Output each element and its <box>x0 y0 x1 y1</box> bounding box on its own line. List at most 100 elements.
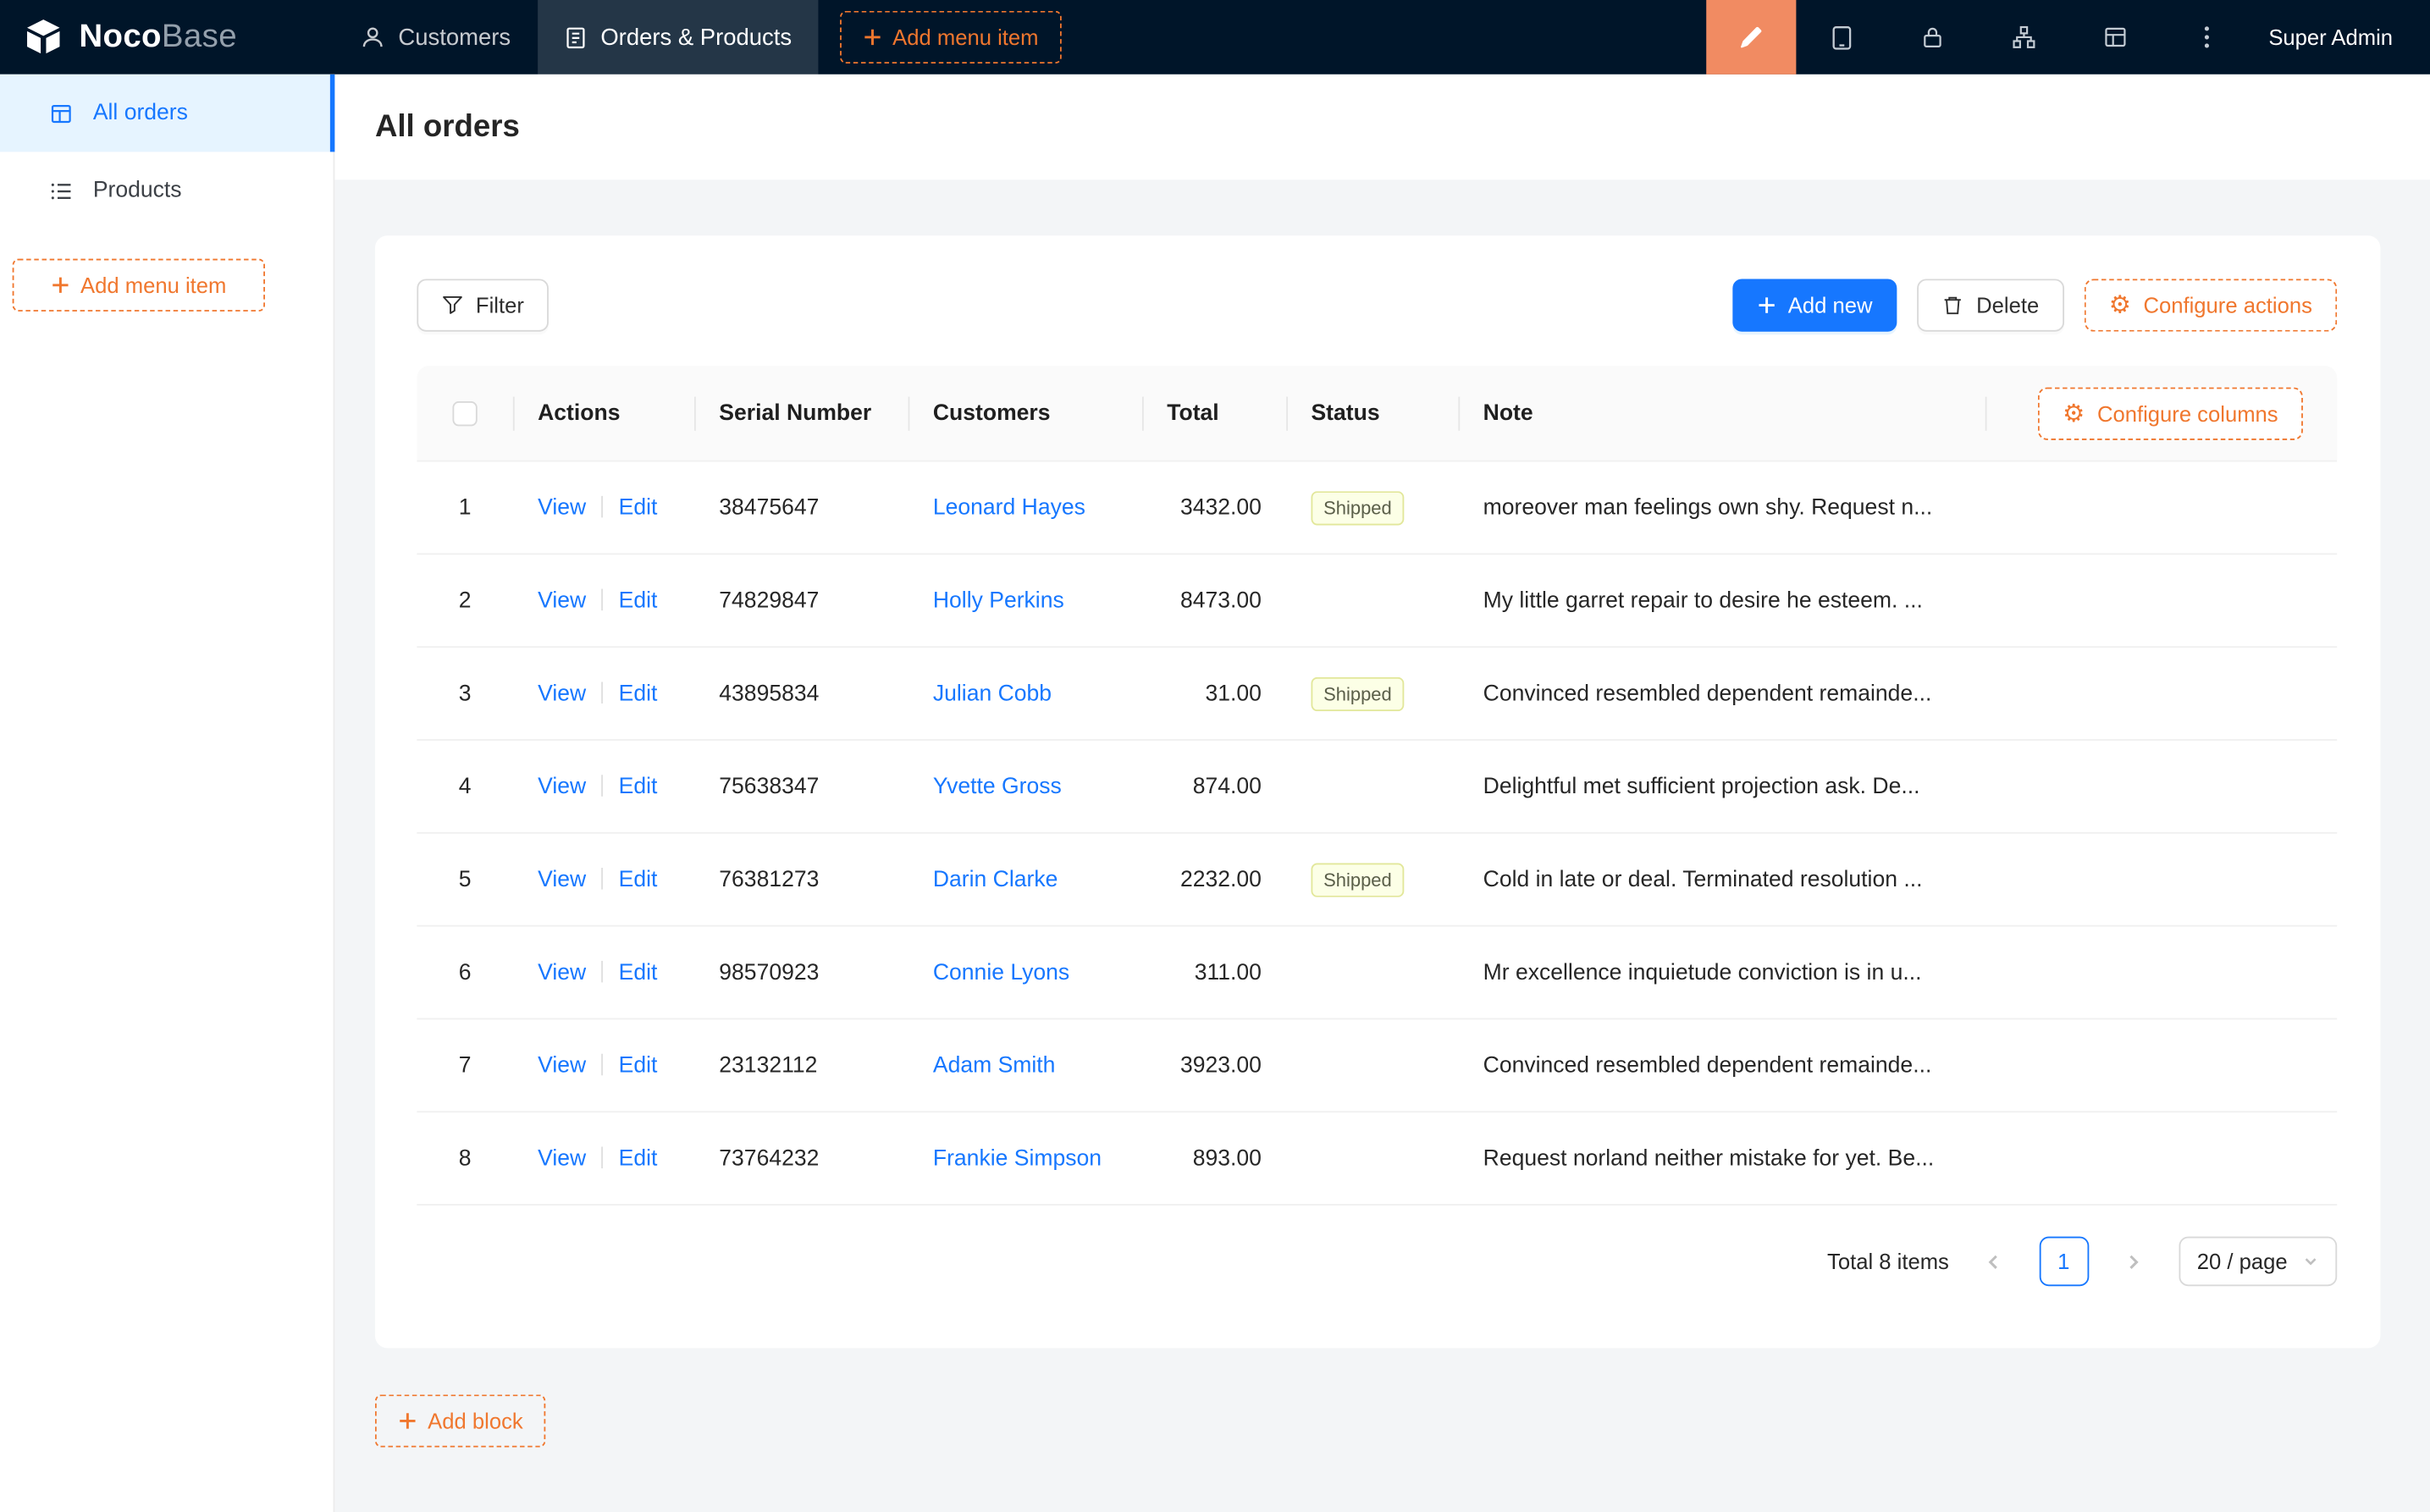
next-page-button[interactable] <box>2108 1237 2158 1287</box>
edit-link[interactable]: Edit <box>619 495 658 520</box>
mobile-preview-button[interactable] <box>1796 0 1887 74</box>
configure-actions-button[interactable]: ⚙ Configure actions <box>2084 279 2337 331</box>
view-link[interactable]: View <box>538 774 586 798</box>
table-header-row: Actions Serial Number Customers Total St… <box>417 366 2337 461</box>
note-text: Convinced resembled dependent remainde..… <box>1458 681 1985 705</box>
customer-cell: Adam Smith <box>908 1053 1142 1078</box>
table-row[interactable]: 2 ViewEdit 74829847 Holly Perkins 8473.0… <box>417 555 2337 648</box>
prev-page-button[interactable] <box>1969 1237 2019 1287</box>
view-link[interactable]: View <box>538 867 586 891</box>
more-icon <box>2204 25 2210 49</box>
serial-number: 75638347 <box>694 774 908 798</box>
table-row[interactable]: 8 ViewEdit 73764232 Frankie Simpson 893.… <box>417 1112 2337 1206</box>
filter-button[interactable]: Filter <box>417 279 549 331</box>
actions-cell: View Edit <box>513 495 694 520</box>
note-text: Request norland neither mistake for yet.… <box>1458 1146 1985 1171</box>
select-all-cell <box>417 366 512 461</box>
view-link[interactable]: View <box>538 681 586 705</box>
orders-table: Actions Serial Number Customers Total St… <box>417 366 2337 1286</box>
table-row[interactable]: 1 ViewEdit 38475647 Leonard Hayes 3432.0… <box>417 461 2337 555</box>
customer-cell: Darin Clarke <box>908 867 1142 891</box>
customer-link[interactable]: Leonard Hayes <box>933 495 1085 520</box>
page-size-select[interactable]: 20 / page <box>2179 1237 2337 1287</box>
edit-link[interactable]: Edit <box>619 588 658 613</box>
top-menu: Customers Orders & Products Add menu ite… <box>334 0 1062 74</box>
user-menu[interactable]: Super Admin <box>2268 25 2393 49</box>
top-header: NocoBase Customers Orders & Products Add… <box>0 0 2430 74</box>
menu-item-label: Orders & Products <box>600 24 792 50</box>
edit-link[interactable]: Edit <box>619 867 658 891</box>
action-divider <box>601 495 603 517</box>
api-graph-button[interactable] <box>1979 0 2070 74</box>
total-value: 3432.00 <box>1142 495 1286 520</box>
chevron-left-icon <box>1985 1253 2002 1270</box>
customer-cell: Julian Cobb <box>908 681 1142 705</box>
orders-products-icon <box>563 25 586 48</box>
table-row[interactable]: 7 ViewEdit 23132112 Adam Smith 3923.00 C… <box>417 1019 2337 1112</box>
customer-link[interactable]: Holly Perkins <box>933 588 1064 613</box>
edit-link[interactable]: Edit <box>619 1146 658 1171</box>
add-block-button[interactable]: Add block <box>375 1394 546 1447</box>
status-badge: Shipped <box>1311 676 1404 710</box>
edit-link[interactable]: Edit <box>619 681 658 705</box>
filter-icon <box>442 295 464 317</box>
edit-link[interactable]: Edit <box>619 1053 658 1078</box>
column-header-note: Note <box>1458 366 1985 461</box>
column-header-serial: Serial Number <box>694 366 908 461</box>
customer-link[interactable]: Adam Smith <box>933 1053 1056 1078</box>
mobile-preview-icon <box>1829 24 1855 50</box>
table-toolbar: Filter Add new Delete <box>417 279 2337 331</box>
menu-item-label: Customers <box>398 24 511 50</box>
edit-link[interactable]: Edit <box>619 960 658 985</box>
table-row[interactable]: 3 ViewEdit 43895834 Julian Cobb 31.00 Sh… <box>417 648 2337 741</box>
ui-editor-button[interactable] <box>1706 0 1796 74</box>
delete-button[interactable]: Delete <box>1918 279 2064 331</box>
customer-link[interactable]: Connie Lyons <box>933 960 1069 985</box>
plus-icon <box>1757 296 1776 315</box>
table-row[interactable]: 5 ViewEdit 76381273 Darin Clarke 2232.00… <box>417 834 2337 927</box>
action-divider <box>601 1146 603 1168</box>
menu-item-customers[interactable]: Customers <box>334 0 537 74</box>
column-header-customers: Customers <box>908 366 1142 461</box>
view-link[interactable]: View <box>538 588 586 613</box>
customer-link[interactable]: Julian Cobb <box>933 681 1052 705</box>
customer-link[interactable]: Darin Clarke <box>933 867 1058 891</box>
page-title: All orders <box>375 109 520 145</box>
list-icon <box>50 179 73 201</box>
row-index: 2 <box>417 588 512 613</box>
api-graph-icon <box>2012 25 2036 49</box>
page-number-button[interactable]: 1 <box>2039 1237 2089 1287</box>
select-all-checkbox[interactable] <box>452 400 477 425</box>
view-link[interactable]: View <box>538 495 586 520</box>
sidebar: All orders Products Add menu item <box>0 74 334 1512</box>
plus-icon <box>398 1411 417 1430</box>
actions-cell: View Edit <box>513 1146 694 1171</box>
sidebar-item-all-orders[interactable]: All orders <box>0 74 334 152</box>
table-body: 1 ViewEdit 38475647 Leonard Hayes 3432.0… <box>417 461 2337 1206</box>
plus-icon <box>863 28 881 47</box>
view-link[interactable]: View <box>538 1053 586 1078</box>
view-link[interactable]: View <box>538 1146 586 1171</box>
layout-button[interactable] <box>2070 0 2162 74</box>
note-text: moreover man feelings own shy. Request n… <box>1458 495 1985 520</box>
customer-link[interactable]: Yvette Gross <box>933 774 1062 798</box>
action-divider <box>601 588 603 610</box>
lock-button[interactable] <box>1887 0 1979 74</box>
trash-icon <box>1942 295 1964 317</box>
table-row[interactable]: 6 ViewEdit 98570923 Connie Lyons 311.00 … <box>417 927 2337 1020</box>
total-value: 8473.00 <box>1142 588 1286 613</box>
configure-columns-button[interactable]: ⚙ Configure columns <box>2038 387 2303 439</box>
note-text: My little garret repair to desire he est… <box>1458 588 1985 613</box>
add-menu-item-button-sidebar[interactable]: Add menu item <box>13 259 265 312</box>
sidebar-item-products[interactable]: Products <box>0 152 334 229</box>
menu-item-orders-products[interactable]: Orders & Products <box>537 0 818 74</box>
view-link[interactable]: View <box>538 960 586 985</box>
more-button[interactable] <box>2162 0 2253 74</box>
layout-icon <box>2103 25 2128 49</box>
add-new-button[interactable]: Add new <box>1732 279 1897 331</box>
edit-link[interactable]: Edit <box>619 774 658 798</box>
table-row[interactable]: 4 ViewEdit 75638347 Yvette Gross 874.00 … <box>417 741 2337 834</box>
serial-number: 98570923 <box>694 960 908 985</box>
add-menu-item-button-header[interactable]: Add menu item <box>840 11 1062 63</box>
customer-link[interactable]: Frankie Simpson <box>933 1146 1102 1171</box>
